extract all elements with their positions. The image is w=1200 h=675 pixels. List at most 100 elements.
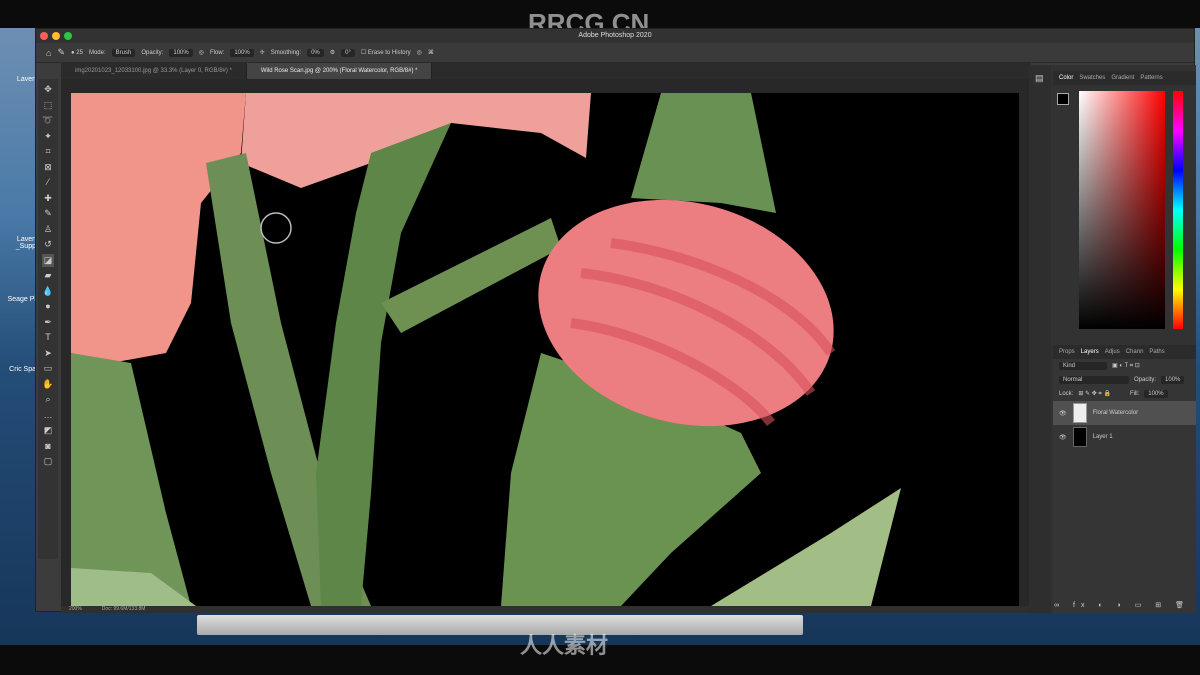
color-swatches-icon[interactable]: ◩ xyxy=(42,424,54,438)
desktop-icon-label[interactable]: Laven xyxy=(2,76,36,83)
tab-patterns[interactable]: Patterns xyxy=(1140,75,1162,81)
symmetry-icon[interactable]: ⌘ xyxy=(428,49,434,56)
layer-actions[interactable]: ∞ fx ◐ ◑ ▭ ⊞ 🗑 xyxy=(1054,601,1190,609)
tab-channels[interactable]: Chann xyxy=(1126,349,1144,355)
close-button[interactable] xyxy=(40,32,48,40)
healing-tool-icon[interactable]: ✚ xyxy=(42,192,54,206)
leaf xyxy=(71,353,191,606)
brush-preset-picker[interactable]: ● 25 xyxy=(71,50,83,56)
opacity-label: Opacity: xyxy=(141,49,164,56)
layer-name: Floral Watercolor xyxy=(1092,410,1139,416)
fill-field[interactable]: 100% xyxy=(1144,390,1168,398)
visibility-eye-icon[interactable]: 👁 xyxy=(1059,410,1067,417)
layer-thumbnail xyxy=(1072,403,1087,423)
dodge-tool-icon[interactable]: ● xyxy=(42,300,54,314)
tab-adjustments[interactable]: Adjus xyxy=(1105,349,1120,355)
app-title: Adobe Photoshop 2020 xyxy=(578,32,652,39)
path-selection-icon[interactable]: ➤ xyxy=(42,347,54,361)
leaf xyxy=(711,488,901,606)
photoshop-window: Adobe Photoshop 2020 ⌂ ✎ ● 25 Mode: Brus… xyxy=(35,28,1196,613)
doc-size[interactable]: Doc: 99.6M/133.8M xyxy=(102,606,146,613)
eraser-tool-icon[interactable]: ◪ xyxy=(42,253,54,267)
gradient-tool-icon[interactable]: ▰ xyxy=(42,269,54,283)
flow-label: Flow: xyxy=(209,49,225,56)
dock xyxy=(197,615,803,635)
screen-mode-icon[interactable]: ▢ xyxy=(42,455,54,469)
lock-icons[interactable]: ⊞ ✎ ✥ ⌗ 🔒 xyxy=(1078,390,1111,398)
document-canvas[interactable] xyxy=(71,93,1019,606)
tab-gradient[interactable]: Gradient xyxy=(1111,75,1134,81)
blend-mode-select[interactable]: Normal xyxy=(1059,376,1129,384)
frame-tool-icon[interactable]: ⊠ xyxy=(42,161,54,175)
desktop-icon-label[interactable]: Laven _Supp xyxy=(2,236,36,250)
more-tools-icon[interactable]: … xyxy=(42,409,54,423)
stem xyxy=(316,123,451,606)
title-bar: Adobe Photoshop 2020 xyxy=(36,29,1194,43)
toolbar: ✥ ⬚ ➰ ✦ ⌗ ⊠ ⁄ ✚ ✎ ♙ ↺ ◪ ▰ 💧 ● ✒ T ➤ ▭ ✋ … xyxy=(38,79,58,559)
flow-field[interactable]: 100% xyxy=(230,48,254,57)
color-field[interactable] xyxy=(1079,91,1165,329)
type-tool-icon[interactable]: T xyxy=(42,331,54,345)
right-panels: ▤ Color Swatches Gradient Patterns Props… xyxy=(1029,65,1196,613)
brush-cursor xyxy=(260,212,292,244)
history-brush-icon[interactable]: ↺ xyxy=(42,238,54,252)
crop-tool-icon[interactable]: ⌗ xyxy=(42,145,54,159)
sepal xyxy=(631,93,776,213)
smoothing-label: Smoothing: xyxy=(270,49,302,56)
opacity-field[interactable]: 100% xyxy=(169,48,193,57)
tab-properties[interactable]: Props xyxy=(1059,349,1075,355)
hand-tool-icon[interactable]: ✋ xyxy=(42,378,54,392)
status-bar: 200% Doc: 99.6M/133.8M xyxy=(61,606,1031,613)
layer-row[interactable]: 👁 Floral Watercolor xyxy=(1053,401,1196,425)
layer-thumbnail xyxy=(1072,427,1087,447)
eraser-tool-icon[interactable]: ✎ xyxy=(57,47,65,58)
erase-to-history-checkbox[interactable]: ☐ Erase to History xyxy=(361,49,411,56)
home-icon[interactable]: ⌂ xyxy=(46,48,51,58)
opacity-label: Opacity: xyxy=(1134,377,1157,383)
foreground-color[interactable] xyxy=(1057,93,1069,105)
zoom-level[interactable]: 200% xyxy=(69,606,82,613)
fill-label: Fill: xyxy=(1129,391,1140,397)
pressure-opacity-icon[interactable]: ◎ xyxy=(199,49,204,56)
zoom-button[interactable] xyxy=(64,32,72,40)
layers-panel: Props Layers Adjus Chann Paths Kind ▣ ◐ T… xyxy=(1053,345,1196,613)
smoothing-field[interactable]: 0% xyxy=(307,48,324,57)
zoom-tool-icon[interactable]: ⌕ xyxy=(42,393,54,407)
tab-paths[interactable]: Paths xyxy=(1149,349,1164,355)
pen-tool-icon[interactable]: ✒ xyxy=(42,316,54,330)
shape-tool-icon[interactable]: ▭ xyxy=(42,362,54,376)
panel-icon-strip: ▤ xyxy=(1029,65,1051,613)
gear-icon[interactable]: ⚙ xyxy=(330,49,335,56)
layer-opacity-field[interactable]: 100% xyxy=(1161,376,1185,384)
desktop-icon-label[interactable]: Seage Pl xyxy=(2,296,36,303)
tab-document-1[interactable]: img20201023_12033100.jpg @ 33.3% (Layer … xyxy=(61,63,247,79)
stem xyxy=(381,218,561,333)
layer-filter-select[interactable]: Kind xyxy=(1059,362,1107,370)
minimize-button[interactable] xyxy=(52,32,60,40)
pressure-size-icon[interactable]: ◎ xyxy=(417,49,422,56)
canvas-area xyxy=(61,79,1031,606)
desktop-icon-label[interactable]: Cric Spa xyxy=(2,366,36,373)
brush-tool-icon[interactable]: ✎ xyxy=(42,207,54,221)
history-panel-icon[interactable]: ▤ xyxy=(1029,65,1051,92)
visibility-eye-icon[interactable]: 👁 xyxy=(1059,434,1067,441)
tab-layers[interactable]: Layers xyxy=(1081,349,1099,355)
stamp-tool-icon[interactable]: ♙ xyxy=(42,223,54,237)
angle-field[interactable]: 0° xyxy=(341,48,355,57)
tab-color[interactable]: Color xyxy=(1059,75,1073,81)
tab-document-2[interactable]: Wild Rose Scan.jpg @ 200% (Floral Waterc… xyxy=(246,63,433,79)
layer-name: Layer 1 xyxy=(1092,434,1113,440)
marquee-tool-icon[interactable]: ⬚ xyxy=(42,99,54,113)
magic-wand-tool-icon[interactable]: ✦ xyxy=(42,130,54,144)
filter-icons[interactable]: ▣ ◐ T ⌗ ⊡ xyxy=(1112,362,1140,370)
move-tool-icon[interactable]: ✥ xyxy=(42,83,54,97)
hue-slider[interactable] xyxy=(1173,91,1183,329)
lasso-tool-icon[interactable]: ➰ xyxy=(42,114,54,128)
eyedropper-tool-icon[interactable]: ⁄ xyxy=(42,176,54,190)
mode-select[interactable]: Brush xyxy=(111,48,136,57)
airbrush-icon[interactable]: ✢ xyxy=(260,49,265,56)
tab-swatches[interactable]: Swatches xyxy=(1079,75,1105,81)
layer-row[interactable]: 👁 Layer 1 xyxy=(1053,425,1196,449)
blur-tool-icon[interactable]: 💧 xyxy=(42,285,54,299)
quick-mask-icon[interactable]: ◙ xyxy=(42,440,54,454)
